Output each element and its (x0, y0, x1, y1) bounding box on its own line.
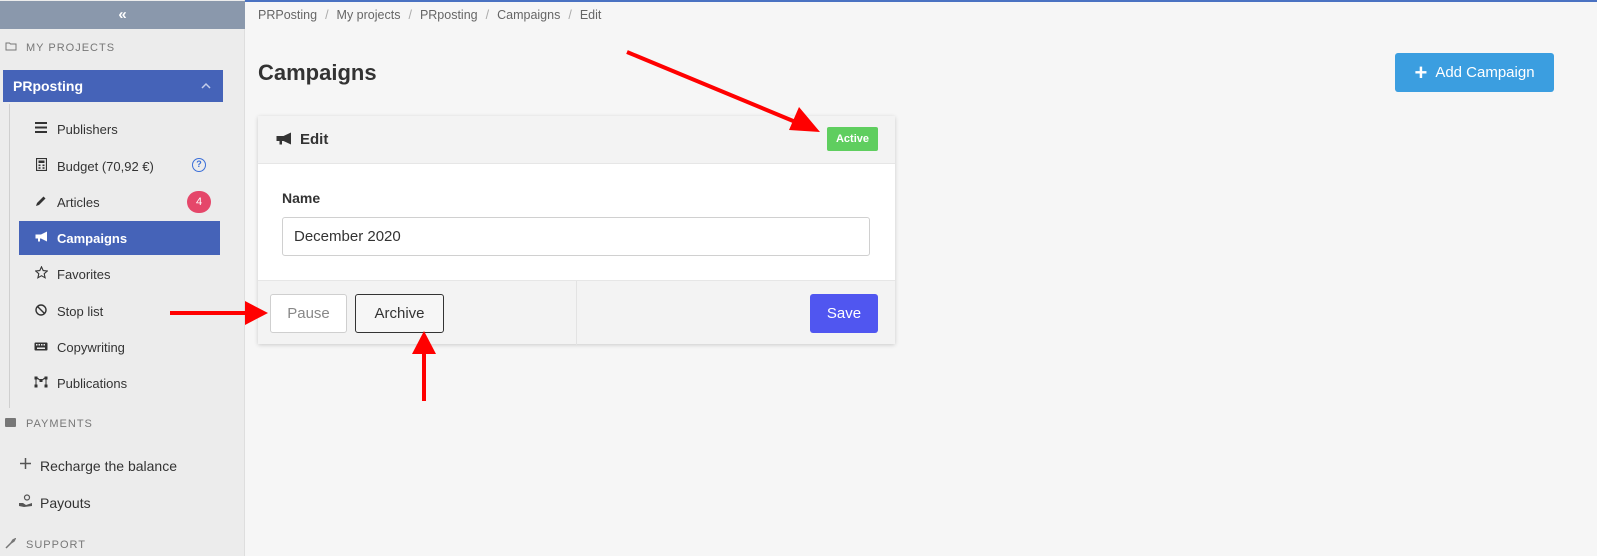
add-campaign-label: Add Campaign (1435, 64, 1535, 81)
sidebar-item-copywriting[interactable]: Copywriting (19, 330, 220, 364)
sidebar-item-publishers[interactable]: Publishers (19, 112, 220, 146)
my-projects-label: MY PROJECTS (26, 41, 116, 54)
ban-icon (33, 303, 49, 319)
add-campaign-button[interactable]: + Add Campaign (1395, 53, 1554, 92)
chevron-up-icon[interactable] (201, 81, 211, 92)
breadcrumb-item[interactable]: PRposting (420, 8, 478, 22)
sidebar-item-label: Campaigns (57, 230, 128, 246)
breadcrumb-separator: / (568, 8, 572, 22)
save-button[interactable]: Save (810, 294, 878, 333)
folder-icon (3, 41, 18, 54)
plus-icon (16, 457, 34, 474)
sidebar-item-budget[interactable]: Budget (70,92 €) ? (19, 149, 220, 183)
breadcrumb-item[interactable]: My projects (337, 8, 401, 22)
network-icon (33, 376, 49, 391)
sidebar-item-articles[interactable]: Articles 4 (19, 185, 220, 219)
sidebar-item-recharge[interactable]: Recharge the balance (16, 457, 177, 474)
hand-coin-icon (16, 494, 34, 512)
pencil-icon (33, 195, 49, 210)
wrench-icon (3, 537, 18, 552)
sidebar-item-favorites[interactable]: Favorites (19, 257, 220, 291)
sidebar-item-campaigns[interactable]: Campaigns (19, 221, 220, 255)
star-icon (33, 265, 49, 282)
project-header[interactable]: PRposting (3, 70, 223, 102)
sidebar-item-publications[interactable]: Publications (19, 366, 220, 400)
sidebar-item-label: Publishers (57, 121, 118, 137)
campaign-edit-card: Edit Active Name Pause Archive Save (258, 116, 895, 345)
breadcrumb-item[interactable]: Campaigns (497, 8, 560, 22)
keyboard-icon (33, 340, 49, 354)
payments-section-title: PAYMENTS (3, 418, 93, 430)
breadcrumb-separator: / (485, 8, 490, 22)
project-name: PRposting (13, 78, 83, 94)
campaign-name-input[interactable] (282, 217, 870, 256)
footer-divider (576, 281, 577, 345)
card-title: Edit (300, 131, 329, 148)
breadcrumb-item[interactable]: PRPosting (258, 8, 317, 22)
name-field-label: Name (282, 190, 321, 206)
sidebar-item-label: Stop list (57, 303, 104, 319)
card-header: Edit Active (258, 116, 895, 164)
my-projects-section-title: MY PROJECTS (3, 41, 115, 54)
plus-icon: + (1414, 59, 1428, 85)
payments-label: PAYMENTS (26, 418, 93, 430)
sidebar: « MY PROJECTS PRposting Publishers Budge… (0, 0, 245, 556)
megaphone-icon (33, 231, 49, 245)
sidebar-item-payouts[interactable]: Payouts (16, 494, 91, 512)
sidebar-item-label: Payouts (40, 495, 91, 511)
sidebar-collapse-button[interactable]: « (0, 1, 245, 29)
breadcrumb-current: Edit (579, 8, 602, 22)
list-icon (33, 122, 49, 136)
help-icon[interactable]: ? (192, 158, 206, 172)
archive-button[interactable]: Archive (355, 294, 444, 333)
sidebar-item-stop-list[interactable]: Stop list (19, 294, 220, 328)
megaphone-icon (276, 132, 292, 148)
support-section-title: SUPPORT (3, 537, 86, 552)
calculator-icon (33, 157, 49, 174)
sidebar-item-label: Favorites (57, 266, 111, 282)
sidebar-item-label: Publications (57, 375, 128, 391)
wallet-icon (3, 418, 18, 430)
status-badge: Active (826, 127, 878, 151)
pause-button[interactable]: Pause (270, 294, 347, 333)
sidebar-item-label: Budget (70,92 €) (57, 158, 154, 174)
card-footer: Pause Archive Save (258, 280, 895, 345)
page-title: Campaigns (258, 60, 377, 85)
articles-count-badge: 4 (187, 191, 211, 213)
sidebar-item-label: Copywriting (57, 339, 125, 355)
breadcrumb: PRPosting / My projects / PRposting / Ca… (258, 8, 601, 22)
sidebar-item-label: Articles (57, 194, 100, 210)
support-label: SUPPORT (26, 539, 86, 551)
sidebar-item-label: Recharge the balance (40, 457, 177, 474)
tree-connector (9, 104, 10, 408)
breadcrumb-separator: / (408, 8, 412, 22)
breadcrumb-separator: / (325, 8, 329, 22)
